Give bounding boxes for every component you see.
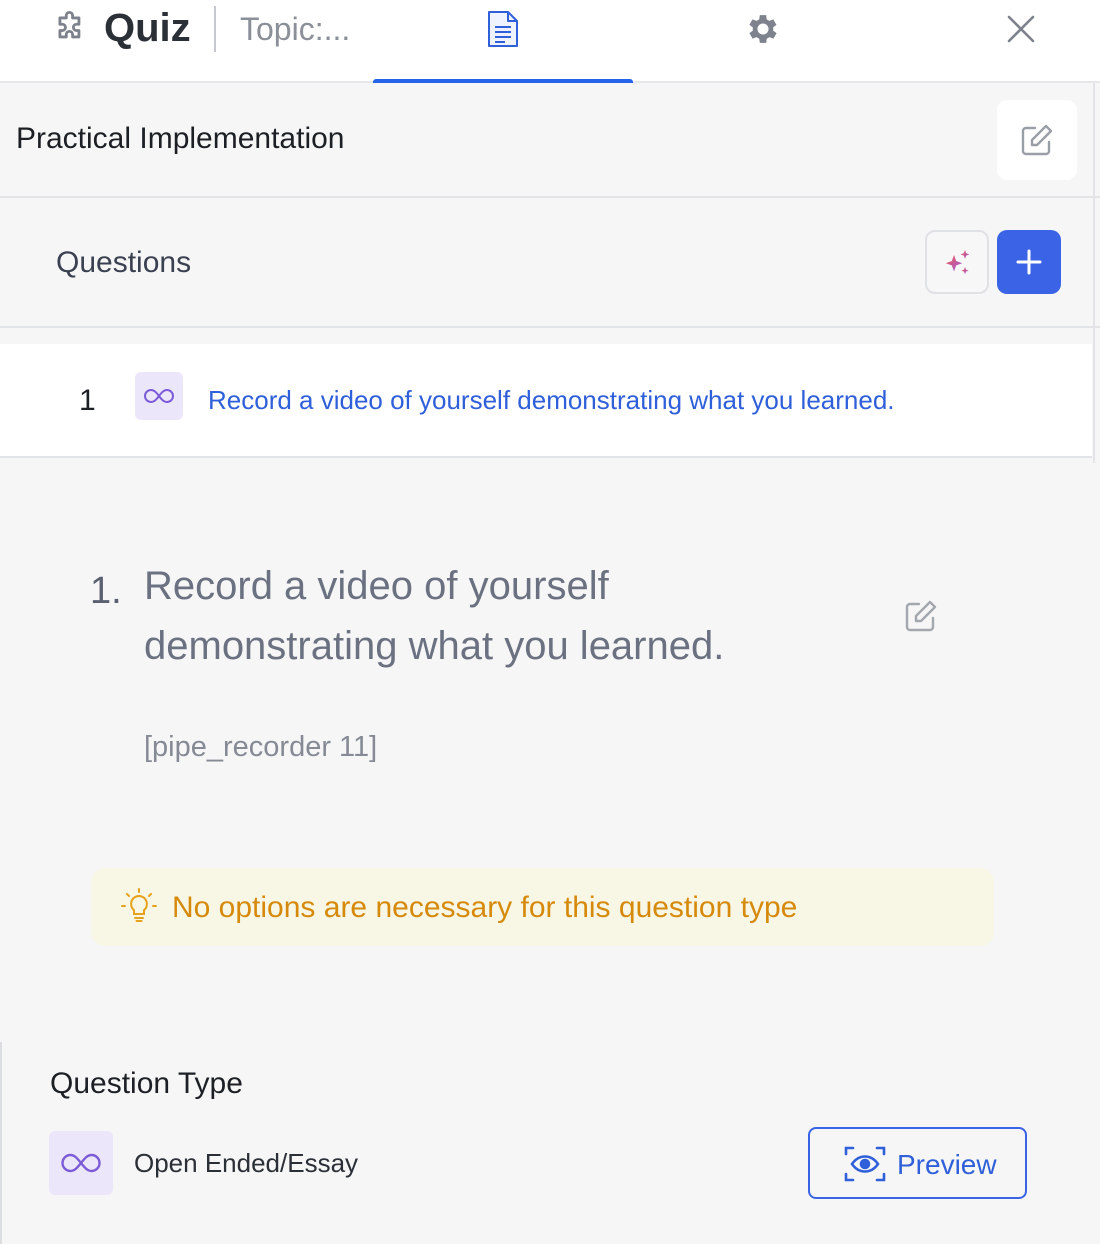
questions-label: Questions [56,246,192,279]
sparkles-icon [945,250,970,275]
question-type-badge [135,372,183,420]
preview-label: Preview [897,1149,997,1180]
preview-button[interactable]: Preview [808,1127,1027,1199]
plus-icon [1016,249,1042,275]
question-list-title[interactable]: Record a video of yourself demonstrating… [208,385,895,416]
infinity-icon [144,388,174,404]
question-description: [pipe_recorder 11] [144,731,378,763]
lesson-title: Practical Implementation [16,122,345,155]
edit-question-icon[interactable] [903,598,939,634]
top-bar: Quiz Topic:... [0,0,1100,85]
header-divider [214,6,216,52]
question-detail-title: Record a video of yourself demonstrating… [144,564,725,668]
page-title: Quiz [104,6,191,50]
lightbulb-icon [121,888,157,922]
document-icon [488,11,518,47]
notice-text: No options are necessary for this questi… [172,891,798,924]
question-type-label: Question Type [50,1067,243,1100]
question-number: 1 [79,384,96,417]
gear-icon[interactable] [744,10,782,48]
tab-content[interactable] [373,0,633,85]
question-type-icon-badge [49,1131,113,1195]
close-icon[interactable] [1000,8,1042,50]
eye-scan-icon [844,1146,886,1182]
lesson-title-row: Practical Implementation [0,83,1100,198]
notice-box: No options are necessary for this questi… [91,868,994,946]
question-detail-number: 1. [90,570,122,612]
question-list-item[interactable]: 1 Record a video of yourself demonstrati… [0,344,1092,458]
panel-border [1093,83,1095,463]
ai-generate-button[interactable] [925,230,989,294]
topic-breadcrumb[interactable]: Topic:... [240,10,350,48]
question-type-section: Question Type Open Ended/Essay Preview [0,1042,1100,1244]
edit-title-button[interactable] [997,100,1077,180]
question-type-value: Open Ended/Essay [134,1148,359,1178]
infinity-icon [61,1153,101,1173]
questions-header: Questions [0,198,1100,328]
edit-icon [1021,124,1053,156]
puzzle-icon [58,11,81,39]
add-question-button[interactable] [997,230,1061,294]
